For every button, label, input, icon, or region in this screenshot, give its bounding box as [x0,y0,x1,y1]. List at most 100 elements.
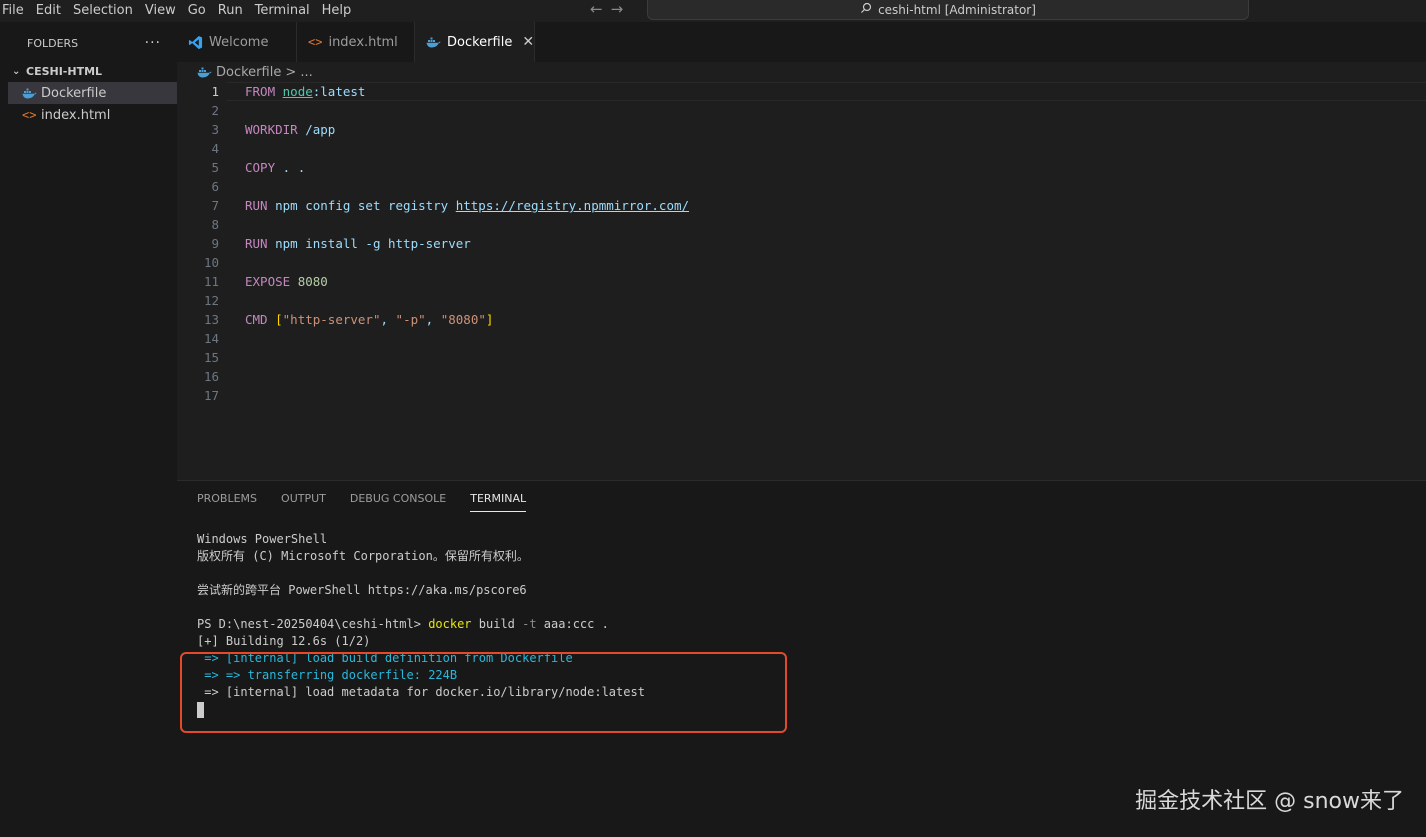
title-bar: File Edit Selection View Go Run Terminal… [0,0,1426,22]
image-name: node [282,84,313,99]
tab-terminal[interactable]: TERMINAL [470,481,526,516]
terminal-args: aaa:ccc . [536,617,609,631]
command-center[interactable]: ceshi-html [Administrator] [647,0,1249,20]
close-icon[interactable]: ✕ [522,34,534,50]
tab-dockerfile[interactable]: Dockerfile ✕ [415,22,535,62]
folder-ceshi-html[interactable]: ⌄ CESHI-HTML [8,64,177,78]
tab-output[interactable]: OUTPUT [281,481,326,516]
line-number: 16 [203,369,219,384]
line-number: 14 [203,331,219,346]
more-actions-icon[interactable]: ··· [145,35,161,51]
tab-problems[interactable]: PROBLEMS [197,481,257,516]
file-label: Dockerfile [41,85,107,101]
breadcrumb-rest[interactable]: > ... [285,65,312,80]
line-number: 10 [203,255,219,270]
keyword: EXPOSE [245,274,291,289]
breadcrumb: Dockerfile > ... [177,62,1426,82]
terminal-args: build [471,617,523,631]
code-editor[interactable]: 1 2 3 4 5 6 7 8 9 10 11 12 13 14 15 16 1… [177,82,1426,480]
terminal-command-line: PS D:\nest-20250404\ceshi-html> docker b… [197,616,645,633]
forward-arrow-icon[interactable]: → [611,0,624,18]
port-number: 8080 [297,274,328,289]
vscode-icon [188,35,203,50]
code-line: RUN npm config set registry https://regi… [245,196,689,215]
registry-link[interactable]: https://registry.npmmirror.com/ [456,198,689,213]
line-number: 1 [211,84,219,99]
string: "8080" [440,312,486,327]
line-number: 6 [211,179,219,194]
line-number: 17 [203,388,219,403]
sidebar-title: FOLDERS [27,36,79,50]
file-item-dockerfile[interactable]: Dockerfile [8,82,177,104]
back-arrow-icon[interactable]: ← [590,0,603,18]
keyword: RUN [245,198,268,213]
string: "-p" [395,312,426,327]
line-number: 2 [211,103,219,118]
menu-file[interactable]: File [0,2,32,20]
image-tag: :latest [312,84,366,99]
panel-tabs: PROBLEMS OUTPUT DEBUG CONSOLE TERMINAL [177,481,1426,516]
activity-strip [0,22,8,837]
docker-icon [22,88,41,99]
keyword: FROM [245,84,276,99]
line-number: 12 [203,293,219,308]
breadcrumb-file[interactable]: Dockerfile [216,65,281,80]
line-number: 13 [203,312,219,327]
docker-icon [426,37,441,48]
menu-bar: File Edit Selection View Go Run Terminal… [0,0,359,22]
line-number-gutter: 1 2 3 4 5 6 7 8 9 10 11 12 13 14 15 16 1… [177,82,227,405]
tab-welcome[interactable]: Welcome [177,22,297,62]
menu-run[interactable]: Run [214,2,251,20]
line-number: 5 [211,160,219,175]
menu-help[interactable]: Help [318,2,360,20]
sidebar-header: FOLDERS ··· [8,22,177,64]
editor-tabs: Welcome <> index.html Dockerfile ✕ [177,22,1426,62]
search-icon [860,2,872,17]
line-number: 11 [203,274,219,289]
code-line: COPY . . [245,158,689,177]
tab-index-html[interactable]: <> index.html [297,22,415,62]
line-number: 9 [211,236,219,251]
file-item-index-html[interactable]: <> index.html [8,104,177,126]
line-number: 3 [211,122,219,137]
menu-selection[interactable]: Selection [69,2,141,20]
line-number: 8 [211,217,219,232]
code-line: WORKDIR /app [245,120,689,139]
menu-view[interactable]: View [141,2,184,20]
html-icon: <> [22,108,37,122]
tab-label: index.html [328,34,398,50]
code-text: . . [282,160,306,175]
string: "http-server" [282,312,381,327]
terminal-line: [+] Building 12.6s (1/2) [197,634,371,648]
file-label: index.html [41,107,111,123]
terminal-command: docker [428,617,472,631]
code-line: RUN npm install -g http-server [245,234,689,253]
line-number: 15 [203,350,219,365]
line-number: 7 [211,198,219,213]
code-line: EXPOSE 8080 [245,272,689,291]
code-text: npm install -g http-server [275,236,471,251]
folder-label: CESHI-HTML [26,64,103,78]
nav-arrows: ← → [590,0,623,18]
keyword: WORKDIR [245,122,298,137]
terminal-line: Windows PowerShell [197,532,328,546]
keyword: CMD [245,312,268,327]
explorer-sidebar: FOLDERS ··· ⌄ CESHI-HTML Dockerfile <> i… [8,22,177,837]
code-text: npm config set registry [275,198,449,213]
menu-edit[interactable]: Edit [32,2,69,20]
terminal-line: 尝试新的跨平台 PowerShell https://aka.ms/pscore… [197,583,527,597]
menu-go[interactable]: Go [184,2,214,20]
docker-icon [197,67,212,78]
command-center-label: ceshi-html [Administrator] [878,2,1036,17]
tab-debug-console[interactable]: DEBUG CONSOLE [350,481,446,516]
code-line: CMD ["http-server", "-p", "8080"] [245,312,494,327]
menu-terminal[interactable]: Terminal [251,2,318,20]
code-lines: FROM node:latest WORKDIR /app COPY . . R… [245,82,689,329]
